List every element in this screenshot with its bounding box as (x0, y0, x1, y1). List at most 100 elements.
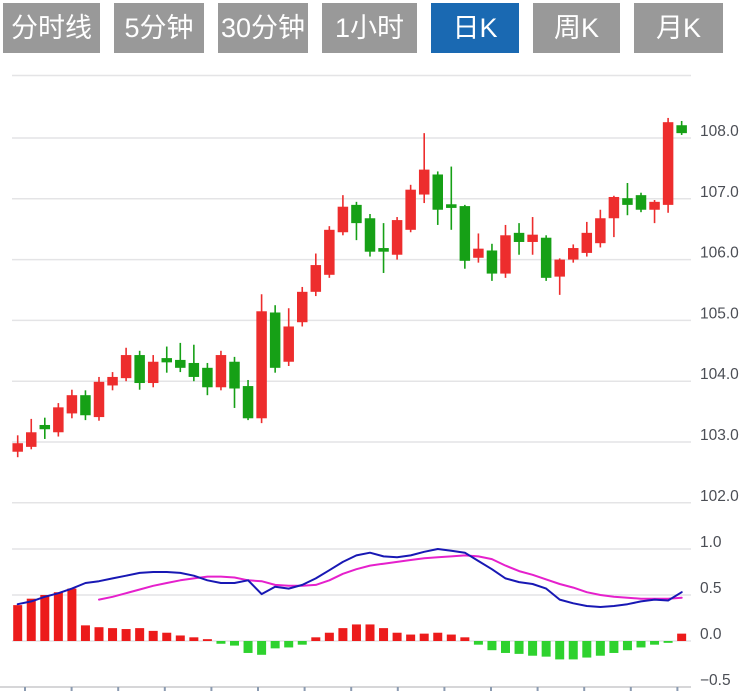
candle-up (419, 170, 430, 195)
macd-histogram-bar (393, 633, 402, 641)
candle-down (40, 425, 51, 429)
candle-down (514, 233, 525, 242)
candle-down (378, 248, 389, 252)
price-axis-label: 103.0 (700, 427, 739, 444)
macd-histogram-bar (54, 592, 63, 641)
candle-down (80, 395, 91, 415)
candle-up (473, 249, 484, 258)
candle-up (67, 395, 78, 413)
macd-axis-label: −0.5 (700, 672, 731, 689)
candle-up (609, 197, 620, 218)
candle-down (134, 355, 145, 383)
candle-up (527, 235, 538, 242)
candle-down (636, 195, 647, 210)
candle-up (663, 122, 674, 205)
candle-up (148, 362, 159, 383)
macd-histogram-bar (338, 628, 347, 641)
macd-histogram-bar (298, 641, 307, 645)
candle-up (582, 233, 593, 253)
macd-histogram-bar (325, 633, 334, 641)
candle-up (94, 382, 105, 417)
candle-up (311, 265, 322, 292)
macd-histogram-bar (122, 629, 131, 641)
candle-up (405, 190, 416, 230)
macd-histogram-bar (135, 628, 144, 641)
macd-axis-label: 0.5 (700, 580, 722, 597)
candle-up (338, 207, 349, 233)
candle-up (595, 218, 606, 243)
candle-up (26, 432, 37, 447)
candle-down (243, 386, 254, 418)
candle-down (351, 205, 362, 223)
macd-histogram-bar (189, 637, 198, 641)
macd-histogram-bar (609, 641, 618, 653)
candle-down (676, 125, 687, 133)
candle-down (487, 250, 498, 273)
candle-down (175, 360, 186, 368)
macd-histogram-bar (596, 641, 605, 656)
price-axis-label: 105.0 (700, 305, 739, 322)
candle-up (53, 407, 64, 432)
macd-histogram-bar (569, 641, 578, 659)
candle-down (541, 238, 552, 278)
macd-histogram-bar (406, 635, 415, 641)
candle-up (324, 230, 335, 275)
macd-histogram-bar (13, 605, 22, 641)
candle-up (554, 260, 565, 277)
macd-histogram-bar (311, 637, 320, 641)
macd-axis-label: 1.0 (700, 534, 722, 551)
price-axis-label: 107.0 (700, 184, 739, 201)
macd-histogram-bar (555, 641, 564, 659)
macd-histogram-bar (515, 641, 524, 654)
price-axis-label: 102.0 (700, 488, 739, 505)
macd-histogram-bar (542, 641, 551, 657)
macd-histogram-bar (27, 599, 36, 641)
macd-histogram-bar (366, 624, 375, 641)
stock-chart-app: 分时线 5分钟 30分钟 1小时 日K 周K 月K 108.0107.0106.… (0, 0, 754, 691)
candle-down (162, 358, 173, 362)
price-axis-label: 106.0 (700, 245, 739, 262)
macd-histogram-bar (176, 635, 185, 641)
macd-histogram-bar (623, 641, 632, 650)
macd-histogram-bar (95, 627, 104, 641)
macd-histogram-bar (244, 641, 253, 653)
candle-down (460, 206, 471, 261)
macd-histogram-bar (257, 641, 266, 655)
macd-histogram-bar (433, 633, 442, 641)
candle-up (256, 311, 267, 418)
macd-histogram-bar (352, 624, 361, 641)
macd-histogram-bar (149, 631, 158, 641)
dea-line (99, 555, 682, 599)
macd-histogram-bar (664, 641, 673, 643)
candle-up (216, 355, 227, 387)
candle-up (500, 235, 511, 273)
candle-down (270, 312, 281, 367)
macd-histogram-bar (108, 628, 117, 641)
candle-down (446, 204, 457, 208)
candle-up (121, 355, 132, 378)
candle-down (189, 363, 200, 377)
macd-histogram-bar (230, 641, 239, 646)
kline-macd-chart[interactable]: 108.0 107.0 106.0 105.0 104.0 103.0 102.0 1.0 0.… (0, 0, 754, 691)
candle-up (283, 326, 294, 361)
macd-histogram-bar (528, 641, 537, 656)
macd-axis-label: 0.0 (700, 626, 722, 643)
macd-histogram-bar (67, 589, 76, 641)
macd-histogram-bar (637, 641, 646, 647)
candle-up (107, 377, 118, 386)
macd-histogram-bar (203, 639, 212, 641)
macd-histogram-bar (216, 641, 225, 644)
macd-histogram-bar (487, 641, 496, 650)
price-axis-label: 104.0 (700, 366, 739, 383)
candle-down (622, 198, 633, 205)
candle-down (433, 174, 444, 209)
candle-down (365, 218, 376, 251)
candle-down (229, 362, 240, 389)
macd-histogram-bar (501, 641, 510, 653)
macd-histogram-bar (271, 641, 280, 648)
macd-histogram-bar (650, 641, 659, 645)
macd-histogram-bar (447, 635, 456, 641)
macd-histogram-bar (379, 628, 388, 641)
macd-histogram-bar (81, 625, 90, 641)
price-axis-label: 108.0 (700, 123, 739, 140)
